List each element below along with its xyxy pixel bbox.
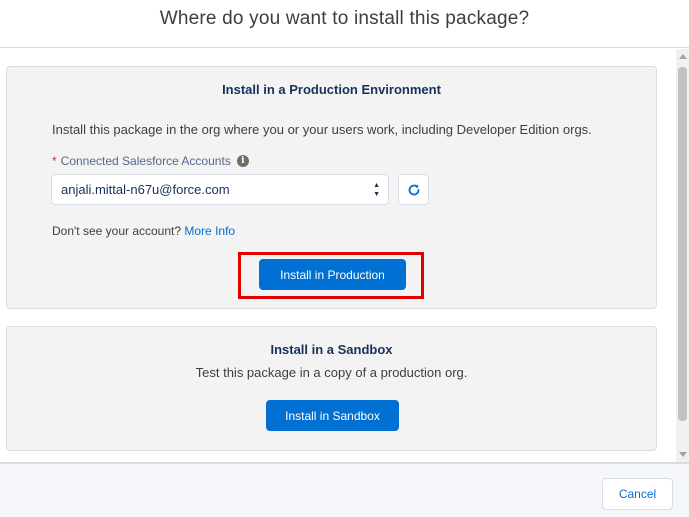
- modal-header: Where do you want to install this packag…: [0, 0, 689, 48]
- scroll-down-icon[interactable]: [679, 452, 687, 457]
- vertical-scrollbar[interactable]: [676, 49, 689, 462]
- modal-title: Where do you want to install this packag…: [159, 8, 530, 29]
- install-sandbox-button[interactable]: Install in Sandbox: [266, 400, 399, 431]
- account-help-text: Don't see your account?: [52, 224, 182, 238]
- refresh-icon: [408, 184, 419, 195]
- info-icon[interactable]: i: [236, 155, 249, 167]
- production-title: Install in a Production Environment: [222, 82, 441, 97]
- modal-content: Install in a Production Environment Inst…: [0, 49, 689, 462]
- sandbox-description: Test this package in a copy of a product…: [195, 365, 468, 380]
- scrollbar-thumb[interactable]: [678, 67, 687, 421]
- modal-footer: Cancel: [0, 462, 689, 517]
- more-info-link[interactable]: More Info: [184, 224, 235, 238]
- accounts-select[interactable]: anjali.mittal-n67u@force.com ▲ ▼: [51, 174, 389, 205]
- sandbox-title: Install in a Sandbox: [270, 342, 393, 357]
- production-card: Install in a Production Environment Inst…: [6, 66, 657, 309]
- sandbox-card: Install in a Sandbox Test this package i…: [6, 326, 657, 451]
- accounts-select-value: anjali.mittal-n67u@force.com: [61, 182, 230, 197]
- required-marker: *: [52, 154, 57, 168]
- accounts-field-label: * Connected Salesforce Accounts i: [52, 154, 249, 168]
- account-help: Don't see your account? More Info: [52, 224, 235, 238]
- chevron-up-down-icon: ▲ ▼: [373, 182, 380, 198]
- production-description: Install this package in the org where yo…: [52, 122, 592, 137]
- cancel-button[interactable]: Cancel: [602, 478, 673, 510]
- refresh-button[interactable]: [398, 174, 429, 205]
- install-production-button[interactable]: Install in Production: [259, 259, 406, 290]
- scroll-up-icon[interactable]: [679, 54, 687, 59]
- accounts-label-text: Connected Salesforce Accounts: [60, 154, 231, 168]
